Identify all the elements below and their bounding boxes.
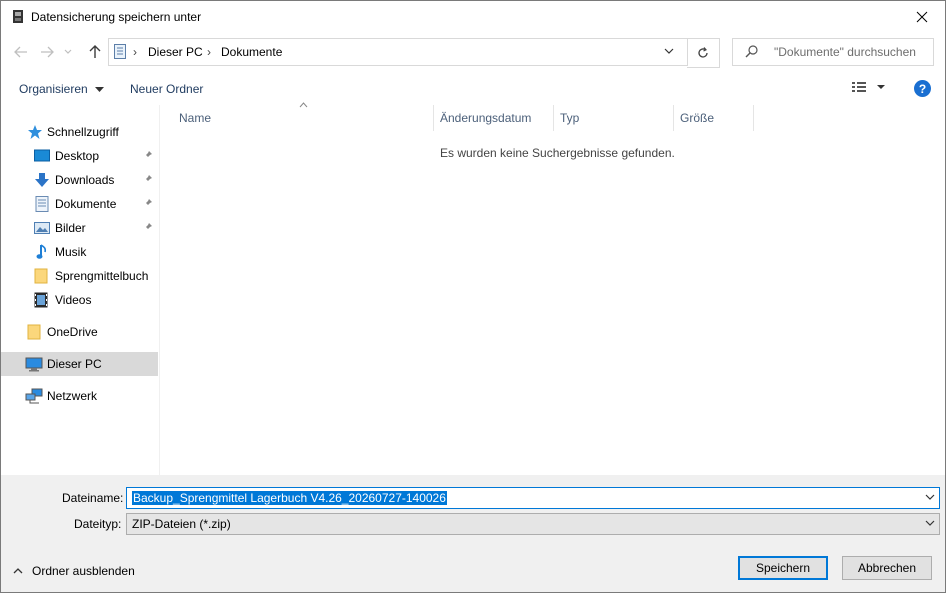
sidebar-item-label: Sprengmittelbuch	[55, 269, 149, 283]
computer-icon	[25, 357, 43, 372]
sidebar-item-downloads[interactable]: Downloads	[1, 168, 158, 192]
chevron-down-icon	[64, 49, 72, 54]
sidebar-item-sprengmittelbuch[interactable]: Sprengmittelbuch	[1, 264, 158, 288]
cancel-button[interactable]: Abbrechen	[842, 556, 932, 580]
breadcrumb-separator-icon: ›	[207, 45, 211, 59]
download-icon	[35, 173, 49, 187]
column-header-size[interactable]: Größe	[680, 111, 714, 125]
folder-icon	[34, 268, 48, 284]
star-icon	[28, 125, 42, 139]
pin-icon[interactable]	[143, 198, 153, 208]
forward-button[interactable]	[37, 43, 57, 61]
refresh-icon	[698, 47, 708, 58]
sidebar-item-label: Videos	[55, 293, 92, 307]
sidebar-item-desktop[interactable]: Desktop	[1, 144, 158, 168]
close-icon	[916, 11, 928, 22]
sidebar-item-music[interactable]: Musik	[1, 240, 158, 264]
chevron-up-icon	[13, 568, 23, 574]
sidebar-item-label: Desktop	[55, 149, 100, 163]
breadcrumb-documents[interactable]: Dokumente	[221, 45, 282, 59]
desktop-icon	[34, 149, 50, 162]
arrow-up-icon	[89, 45, 101, 58]
sidebar-item-label: Dieser PC	[47, 357, 102, 371]
filename-value: Backup_Sprengmittel Lagerbuch V4.26_2026…	[132, 491, 447, 505]
sidebar-item-label: Bilder	[55, 221, 86, 235]
sidebar-item-quick-access[interactable]: Schnellzugriff	[1, 120, 158, 144]
save-button[interactable]: Speichern	[738, 556, 828, 580]
app-icon	[13, 10, 23, 23]
breadcrumb-separator-icon: ›	[133, 45, 137, 59]
sidebar-item-label: Dokumente	[55, 197, 117, 211]
command-bar: Organisieren Neuer Ordner ?	[1, 72, 945, 105]
videos-icon	[34, 292, 48, 308]
sidebar-item-this-pc[interactable]: Dieser PC	[1, 352, 158, 376]
list-view-icon	[852, 82, 885, 92]
search-placeholder: "Dokumente" durchsuchen	[774, 45, 916, 59]
document-location-icon	[114, 44, 126, 59]
column-header-name[interactable]: Name	[179, 111, 211, 125]
address-bar[interactable]: › Dieser PC › Dokumente	[108, 38, 688, 66]
new-folder-button[interactable]: Neuer Ordner	[130, 82, 203, 96]
help-button[interactable]: ?	[914, 80, 931, 97]
column-header-type[interactable]: Typ	[560, 111, 579, 125]
refresh-button[interactable]	[687, 38, 720, 68]
column-divider[interactable]	[673, 105, 674, 131]
pin-icon[interactable]	[143, 174, 153, 184]
document-icon	[35, 196, 49, 212]
up-button[interactable]	[85, 43, 105, 61]
chevron-down-icon[interactable]	[925, 494, 935, 501]
sort-ascending-icon	[299, 102, 308, 108]
window-title: Datensicherung speichern unter	[31, 10, 202, 24]
folder-icon	[27, 324, 41, 340]
close-button[interactable]	[899, 1, 945, 32]
pin-icon[interactable]	[143, 222, 153, 232]
save-options-panel: Dateiname: Backup_Sprengmittel Lagerbuch…	[1, 475, 945, 592]
sidebar-item-label: Downloads	[55, 173, 115, 187]
sidebar-item-label: Netzwerk	[47, 389, 98, 403]
filetype-select[interactable]: ZIP-Dateien (*.zip)	[126, 513, 940, 535]
empty-message: Es wurden keine Suchergebnisse gefunden.	[440, 146, 675, 160]
filename-label: Dateiname:	[62, 491, 124, 505]
sidebar-item-label: OneDrive	[47, 325, 98, 339]
sidebar-item-videos[interactable]: Videos	[1, 288, 158, 312]
arrow-left-icon	[14, 46, 27, 58]
recent-locations-button[interactable]	[61, 43, 75, 61]
file-list: Name Änderungsdatum Typ Größe Es wurden …	[160, 102, 945, 475]
navigation-pane: Schnellzugriff Desktop Downloads Dokumen…	[1, 105, 158, 475]
column-divider[interactable]	[433, 105, 434, 131]
network-icon	[25, 388, 43, 404]
hide-folders-label: Ordner ausblenden	[32, 564, 135, 578]
sidebar-item-label: Schnellzugriff	[47, 125, 119, 139]
organize-label: Organisieren	[19, 82, 88, 96]
organize-button[interactable]: Organisieren	[19, 82, 105, 96]
filetype-label: Dateityp:	[74, 517, 122, 531]
arrow-right-icon	[41, 46, 54, 58]
sidebar-item-network[interactable]: Netzwerk	[1, 384, 158, 408]
save-dialog: Datensicherung speichern unter › Dieser …	[0, 0, 946, 593]
view-options-button[interactable]	[851, 80, 891, 97]
back-button[interactable]	[11, 43, 31, 61]
title-bar: Datensicherung speichern unter	[1, 1, 945, 32]
music-icon	[36, 244, 47, 259]
filename-input[interactable]: Backup_Sprengmittel Lagerbuch V4.26_2026…	[126, 487, 940, 509]
column-header-modified[interactable]: Änderungsdatum	[440, 111, 531, 125]
chevron-down-icon	[95, 87, 105, 92]
sidebar-item-documents[interactable]: Dokumente	[1, 192, 158, 216]
address-dropdown-icon[interactable]	[663, 45, 675, 57]
sidebar-item-label: Musik	[55, 245, 87, 259]
column-divider[interactable]	[753, 105, 754, 131]
pin-icon[interactable]	[143, 150, 153, 160]
breadcrumb-this-pc[interactable]: Dieser PC	[148, 45, 203, 59]
filetype-value: ZIP-Dateien (*.zip)	[132, 517, 231, 531]
search-box[interactable]: "Dokumente" durchsuchen	[732, 38, 934, 66]
chevron-down-icon	[925, 520, 935, 526]
column-divider[interactable]	[553, 105, 554, 131]
search-icon	[745, 45, 758, 58]
pictures-icon	[34, 222, 50, 234]
navigation-bar: › Dieser PC › Dokumente "Dokumente" durc…	[1, 32, 945, 72]
sidebar-item-onedrive[interactable]: OneDrive	[1, 320, 158, 344]
sidebar-item-pictures[interactable]: Bilder	[1, 216, 158, 240]
